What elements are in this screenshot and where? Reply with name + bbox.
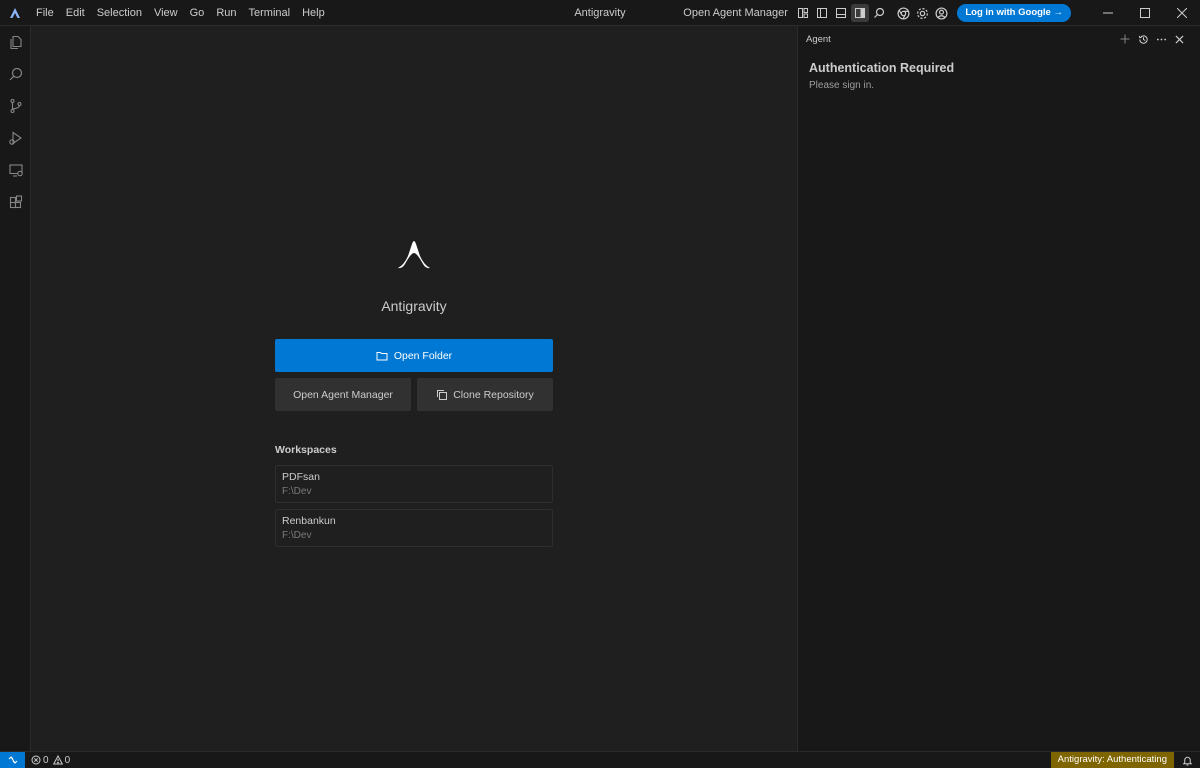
folder-icon bbox=[376, 351, 388, 360]
menu-go[interactable]: Go bbox=[184, 0, 211, 26]
source-control-icon[interactable] bbox=[0, 90, 31, 122]
menu-run[interactable]: Run bbox=[210, 0, 242, 26]
open-folder-label: Open Folder bbox=[393, 349, 453, 362]
copy-icon bbox=[437, 389, 448, 400]
open-agent-manager-button[interactable]: Open Agent Manager bbox=[275, 378, 411, 411]
clone-repository-label: Clone Repository bbox=[453, 388, 534, 401]
login-google-button[interactable]: Log in with Google → bbox=[957, 4, 1071, 22]
app-logo-icon[interactable] bbox=[0, 0, 30, 26]
search-icon[interactable] bbox=[0, 58, 31, 90]
remote-explorer-icon[interactable] bbox=[0, 154, 31, 186]
workspace-item[interactable]: PDFsan F:\Dev bbox=[275, 465, 553, 503]
app-window: File Edit Selection View Go Run Terminal… bbox=[0, 0, 1200, 768]
toggle-sidebar-icon[interactable] bbox=[813, 4, 831, 22]
close-icon[interactable] bbox=[1163, 0, 1200, 26]
menu-view[interactable]: View bbox=[148, 0, 184, 26]
antigravity-logo-icon bbox=[275, 236, 553, 280]
secondary-actions: Open Agent Manager Clone Repository bbox=[275, 378, 553, 411]
warning-icon bbox=[52, 755, 63, 765]
open-agent-manager-link[interactable]: Open Agent Manager bbox=[683, 7, 788, 19]
close-panel-icon[interactable] bbox=[1170, 30, 1188, 48]
brand-name: Antigravity bbox=[381, 298, 447, 314]
workspace-name: PDFsan bbox=[282, 471, 320, 483]
account-icon[interactable] bbox=[933, 4, 951, 22]
menu-selection[interactable]: Selection bbox=[91, 0, 148, 26]
minimize-icon[interactable] bbox=[1089, 0, 1126, 26]
more-actions-icon[interactable] bbox=[1152, 30, 1170, 48]
clone-repository-button[interactable]: Clone Repository bbox=[417, 378, 553, 411]
title-bar: File Edit Selection View Go Run Terminal… bbox=[0, 0, 1200, 26]
menu-bar: File Edit Selection View Go Run Terminal… bbox=[30, 0, 331, 26]
status-bar: 0 0 Antigravity: Authenticating bbox=[0, 751, 1200, 768]
menu-file[interactable]: File bbox=[30, 0, 60, 26]
menu-help[interactable]: Help bbox=[296, 0, 331, 26]
auth-required-title: Authentication Required bbox=[809, 61, 955, 75]
agent-panel: Agent Authentication Required Please sig… bbox=[797, 26, 1200, 751]
problems-indicator[interactable]: 0 0 bbox=[31, 755, 74, 766]
chrome-icon[interactable] bbox=[895, 4, 913, 22]
settings-icon[interactable] bbox=[914, 4, 932, 22]
toggle-panel-icon[interactable] bbox=[832, 4, 850, 22]
welcome-page: Antigravity Open Folder Open Agent Manag… bbox=[275, 236, 553, 547]
open-agent-manager-label: Open Agent Manager bbox=[293, 388, 393, 401]
new-chat-icon[interactable] bbox=[1116, 30, 1134, 48]
workspace-name: Renbankun bbox=[282, 515, 336, 527]
agent-panel-actions bbox=[1116, 30, 1188, 48]
authenticating-status[interactable]: Antigravity: Authenticating bbox=[1050, 752, 1174, 768]
title-bar-actions: Open Agent Manager Log in with Google → bbox=[683, 0, 1200, 26]
auth-required-subtitle: Please sign in. bbox=[809, 80, 875, 91]
remote-indicator-icon[interactable] bbox=[0, 752, 25, 768]
agent-panel-title: Agent bbox=[806, 33, 831, 45]
workspaces-heading: Workspaces bbox=[275, 444, 337, 456]
open-folder-button[interactable]: Open Folder bbox=[275, 339, 553, 372]
warning-count: 0 bbox=[64, 754, 71, 766]
menu-edit[interactable]: Edit bbox=[60, 0, 91, 26]
layout-icon[interactable] bbox=[794, 4, 812, 22]
run-debug-icon[interactable] bbox=[0, 122, 31, 154]
workspace-item[interactable]: Renbankun F:\Dev bbox=[275, 509, 553, 547]
toggle-secondary-sidebar-icon[interactable] bbox=[851, 4, 870, 22]
workspace-path: F:\Dev bbox=[282, 486, 312, 497]
error-count: 0 bbox=[43, 754, 49, 766]
activity-bar bbox=[0, 26, 31, 751]
search-icon[interactable] bbox=[870, 4, 888, 22]
error-icon bbox=[31, 755, 41, 765]
editor-area: Antigravity Open Folder Open Agent Manag… bbox=[31, 26, 797, 751]
explorer-icon[interactable] bbox=[0, 26, 31, 58]
notifications-bell-icon[interactable] bbox=[1180, 753, 1194, 767]
history-icon[interactable] bbox=[1134, 30, 1152, 48]
maximize-icon[interactable] bbox=[1126, 0, 1163, 26]
workspace-path: F:\Dev bbox=[282, 530, 312, 541]
menu-terminal[interactable]: Terminal bbox=[243, 0, 297, 26]
extensions-icon[interactable] bbox=[0, 186, 31, 218]
